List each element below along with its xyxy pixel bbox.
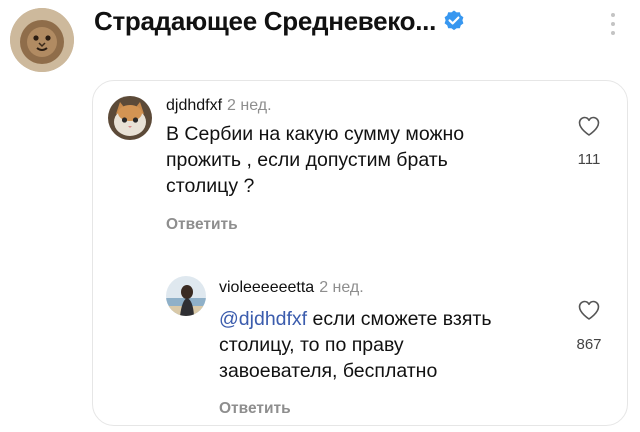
account-name[interactable]: Страдающее Средневеко... — [94, 6, 436, 37]
beach-photo-avatar-image — [166, 276, 206, 316]
reply-text-line: @djdhdfxf если сможете взять — [219, 306, 492, 332]
comment-text-line: прожить , если допустим брать — [166, 149, 448, 171]
heart-outline-icon[interactable] — [577, 299, 601, 321]
heart-outline-icon[interactable] — [577, 115, 601, 137]
dot — [611, 13, 615, 17]
comment-username[interactable]: djdhdfxf — [166, 97, 222, 114]
more-options-icon[interactable] — [606, 10, 620, 38]
mention-link[interactable]: @djdhdfxf — [219, 308, 307, 330]
reply-button[interactable]: Ответить — [166, 216, 238, 234]
like-count: 111 — [577, 151, 601, 168]
commenter-avatar[interactable] — [166, 276, 206, 316]
medieval-lion-avatar-image — [10, 8, 74, 72]
commenter-avatar[interactable] — [108, 96, 152, 140]
reply-time: 2 нед. — [319, 279, 364, 296]
comment-text: В Сербии на какую сумму можно прожить , … — [166, 121, 464, 199]
cat-avatar-image — [108, 96, 152, 140]
reply-button[interactable]: Ответить — [219, 400, 291, 418]
comment-meta: djdhdfxf 2 нед. — [166, 97, 272, 115]
reply-text-line: завоевателя, бесплатно — [219, 360, 438, 382]
reply-username[interactable]: violeeeeeetta — [219, 279, 314, 296]
profile-avatar[interactable] — [10, 8, 74, 72]
dot — [611, 31, 615, 35]
reply-text-segment: если сможете взять — [307, 308, 492, 330]
comment-time: 2 нед. — [227, 97, 272, 114]
comment-text-line: В Сербии на какую сумму можно — [166, 123, 465, 145]
reply-text-line: столицу, то по праву — [219, 334, 404, 356]
reply-meta: violeeeeeetta 2 нед. — [219, 279, 364, 297]
reply-text: @djdhdfxf если сможете взять столицу, то… — [219, 306, 492, 384]
post-comments-screenshot: Страдающее Средневеко... djdhdfxf 2 нед.… — [0, 0, 640, 432]
like-count: 867 — [576, 336, 602, 353]
dot — [611, 22, 615, 26]
verified-badge-icon — [444, 10, 464, 31]
header-title-row: Страдающее Средневеко... — [94, 4, 466, 38]
comment-text-line: столицу ? — [166, 175, 255, 197]
